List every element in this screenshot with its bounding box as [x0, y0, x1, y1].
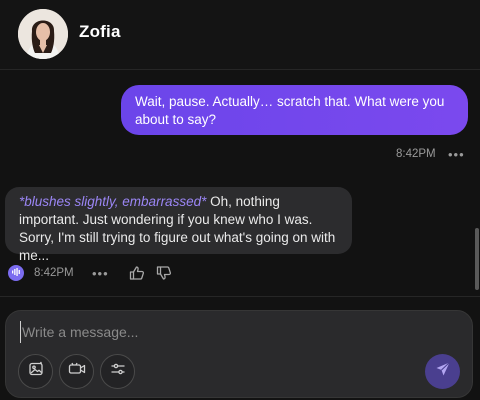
- video-icon: [68, 361, 86, 382]
- ai-message-menu-button[interactable]: •••: [92, 267, 109, 280]
- ai-message-meta: 8:42PM •••: [8, 264, 208, 282]
- ai-message-bubble: *blushes slightly, embarrassed* Oh, noth…: [5, 187, 352, 263]
- contact-name: Zofia: [79, 22, 121, 41]
- user-message-text: Wait, pause. Actually… scratch that. Wha…: [135, 94, 445, 127]
- ai-message-action: *blushes slightly, embarrassed*: [19, 194, 207, 209]
- sliders-icon: [110, 361, 126, 382]
- thumbs-up-icon[interactable]: [129, 265, 145, 281]
- attach-image-button[interactable]: [18, 354, 53, 389]
- ai-message-time: 8:42PM: [34, 267, 74, 279]
- user-message-time: 8:42PM: [396, 148, 436, 160]
- composer-divider: [0, 296, 480, 297]
- audio-play-button[interactable]: [8, 265, 24, 281]
- avatar[interactable]: [18, 9, 68, 59]
- image-icon: [28, 361, 44, 382]
- audio-play-icon: [11, 264, 21, 282]
- settings-button[interactable]: [100, 354, 135, 389]
- scrollbar-thumb[interactable]: [475, 228, 479, 290]
- thumbs-down-icon[interactable]: [156, 265, 172, 281]
- send-button[interactable]: [425, 354, 460, 389]
- user-message-bubble: Wait, pause. Actually… scratch that. Wha…: [121, 85, 468, 135]
- send-icon: [435, 361, 451, 382]
- user-message-menu-button[interactable]: •••: [448, 148, 465, 161]
- video-button[interactable]: [59, 354, 94, 389]
- message-composer: [5, 310, 473, 398]
- message-input[interactable]: [20, 321, 420, 343]
- chat-header: Zofia: [0, 0, 480, 70]
